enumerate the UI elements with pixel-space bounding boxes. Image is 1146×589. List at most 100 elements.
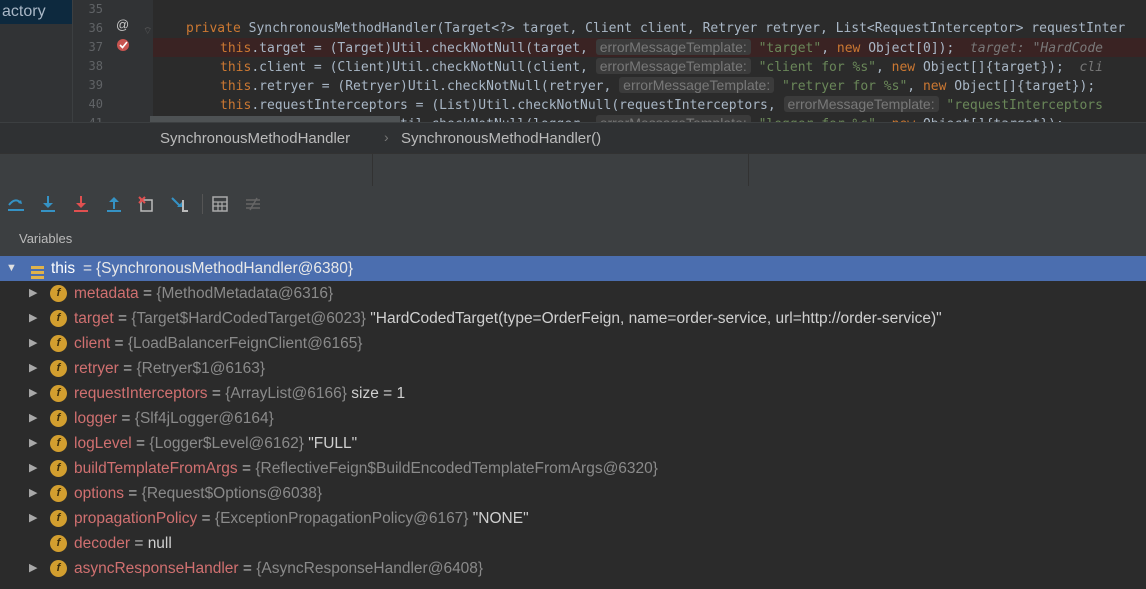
variable-name: client [74,335,111,352]
variable-row[interactable]: ▶ f propagationPolicy = {ExceptionPropagat… [0,506,1146,531]
code-token: Object[]{target}); [954,79,1096,94]
code-token: target: "HardCode [969,41,1104,56]
variable-string-value: size = 1 [351,385,406,402]
fold-icon[interactable]: ⌔ [143,25,152,38]
variables-header: Variables [0,222,1146,256]
code-token: this [220,79,252,94]
code-token: Object[]{target}); [922,60,1080,75]
expand-arrow-icon[interactable]: ▶ [29,331,37,356]
expand-arrow-icon[interactable]: ▶ [29,556,37,581]
variable-row[interactable]: ▶ f options = {Request$Options@6038} [0,481,1146,506]
variable-value: {ReflectiveFeign$BuildEncodedTemplateFro… [255,460,658,477]
run-to-cursor-icon[interactable] [169,194,191,214]
code-line[interactable]: this.target = (Target)Util.checkNotNull(… [220,38,1103,57]
code-line[interactable]: this.requestInterceptors = (List)Util.ch… [220,95,1103,114]
variable-value: {Retryer$1@6163} [136,360,266,377]
collapse-arrow-icon[interactable]: ▼ [6,256,17,281]
step-into-icon[interactable] [37,194,59,214]
variable-value: {Target$HardCodedTarget@6023} [131,310,366,327]
code-line[interactable]: this.client = (Client)Util.checkNotNull(… [220,57,1103,76]
variable-equals: = [113,310,132,327]
line-number: 37 [88,40,103,54]
variable-row[interactable]: ▶ f requestInterceptors = {ArrayList@6166}… [0,381,1146,406]
expand-arrow-icon[interactable]: ▶ [29,306,37,331]
line-number: 38 [88,59,103,73]
breakpoint-icon[interactable] [116,38,130,55]
variable-row[interactable]: ▶ f target = {Target$HardCodedTarget@6023}… [0,306,1146,331]
variable-value: {AsyncResponseHandler@6408} [256,560,484,577]
variable-text: requestInterceptors = {ArrayList@6166} s… [74,381,405,406]
code-token: private [186,21,249,36]
code-token: SynchronousMethodHandler(Target<?> targe… [248,21,1126,36]
variable-equals: = [118,360,137,377]
variable-equals: = [237,460,256,477]
drop-frame-icon[interactable] [136,194,158,214]
parameter-hint: errorMessageTemplate: [595,115,751,122]
toolbar-separator [202,194,203,214]
code-line[interactable]: private SynchronousMethodHandler(Target<… [186,19,1125,38]
field-icon: f [50,285,67,302]
breadcrumb-method[interactable]: SynchronousMethodHandler() [401,130,601,147]
expand-arrow-icon[interactable]: ▶ [29,406,37,431]
expand-arrow-icon[interactable]: ▶ [29,281,37,306]
variable-text: client = {LoadBalancerFeignClient@6165} [74,331,363,356]
variable-row[interactable]: ▶ f retryer = {Retryer$1@6163} [0,356,1146,381]
variable-row[interactable]: f decoder = null [0,531,1146,556]
breadcrumb-class[interactable]: SynchronousMethodHandler [160,130,350,147]
variable-name: metadata [74,285,139,302]
code-token: .retryer = (Retryer)Util.checkNotNull(re… [251,79,620,94]
variable-name: logger [74,410,118,427]
field-icon: f [50,535,67,552]
field-icon: f [50,385,67,402]
variables-root-row[interactable]: ▼ this = {SynchronousMethodHandler@6380} [0,256,1146,281]
variable-name: requestInterceptors [74,385,208,402]
trace-current-stream-icon[interactable] [242,194,264,214]
expand-arrow-icon[interactable]: ▶ [29,481,37,506]
variable-value: {Logger$Level@6162} [149,435,304,452]
variable-row[interactable]: ▶ f logLevel = {Logger$Level@6162} "FULL" [0,431,1146,456]
variable-text: logLevel = {Logger$Level@6162} "FULL" [74,431,357,456]
parameter-hint: errorMessageTemplate: [619,77,775,93]
code-line[interactable]: this.retryer = (Retryer)Util.checkNotNul… [220,76,1095,95]
evaluate-expression-icon[interactable] [209,194,231,214]
variable-row[interactable]: ▶ f buildTemplateFromArgs = {ReflectiveFei… [0,456,1146,481]
variable-text: buildTemplateFromArgs = {ReflectiveFeign… [74,456,658,481]
step-over-icon[interactable] [5,194,27,214]
code-token: new [836,41,869,56]
code-token: new [922,79,955,94]
field-icon: f [50,310,67,327]
code-token: cli [1079,60,1103,75]
variable-row[interactable]: ▶ f client = {LoadBalancerFeignClient@6165… [0,331,1146,356]
variable-text: options = {Request$Options@6038} [74,481,322,506]
code-token: "requestInterceptors [938,98,1103,113]
code-token: .requestInterceptors = (List)Util.checkN… [251,98,784,113]
expand-arrow-icon[interactable]: ▶ [29,431,37,456]
expand-arrow-icon[interactable]: ▶ [29,506,37,531]
variable-value: {ArrayList@6166} [225,385,347,402]
variable-name: target [74,310,114,327]
project-tree-item[interactable]: actory [0,0,72,24]
field-icon: f [50,510,67,527]
line-number: 39 [88,78,103,92]
parameter-hint: errorMessageTemplate: [595,39,751,55]
annotation-icon[interactable]: @ [116,17,129,32]
force-step-into-icon[interactable] [70,194,92,214]
object-stack-icon [31,262,44,279]
expand-arrow-icon[interactable]: ▶ [29,356,37,381]
variable-text: propagationPolicy = {ExceptionPropagatio… [74,506,529,531]
variable-row[interactable]: ▶ f logger = {Slf4jLogger@6164} [0,406,1146,431]
variable-row[interactable]: ▶ f asyncResponseHandler = {AsyncResponseH… [0,556,1146,581]
variable-equals: = [117,410,135,427]
variable-equals: = [110,335,128,352]
code-editor[interactable]: actory 35363738394041 @ ⌔ private Synchr… [0,0,1146,122]
variables-tree[interactable]: ▼ this = {SynchronousMethodHandler@6380}… [0,256,1146,589]
expand-arrow-icon[interactable]: ▶ [29,456,37,481]
parameter-hint: errorMessageTemplate: [595,58,751,74]
expand-arrow-icon[interactable]: ▶ [29,381,37,406]
variable-row[interactable]: ▶ f metadata = {MethodMetadata@6316} [0,281,1146,306]
variable-value: {LoadBalancerFeignClient@6165} [127,335,363,352]
variable-value: {ExceptionPropagationPolicy@6167} [214,510,469,527]
variable-equals: = [207,385,226,402]
step-out-icon[interactable] [103,194,125,214]
variable-equals: = [138,285,157,302]
